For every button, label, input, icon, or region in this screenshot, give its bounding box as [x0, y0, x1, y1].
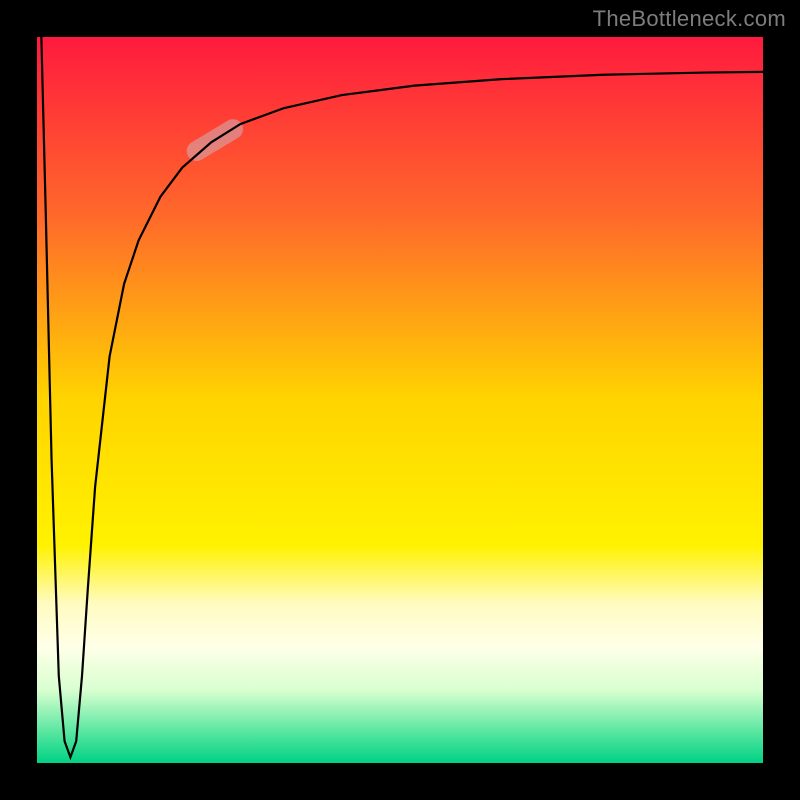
chart-background — [37, 37, 763, 763]
chart-svg — [37, 37, 763, 763]
plot-area — [37, 37, 763, 763]
chart-stage: TheBottleneck.com — [0, 0, 800, 800]
attribution-text: TheBottleneck.com — [593, 6, 786, 32]
